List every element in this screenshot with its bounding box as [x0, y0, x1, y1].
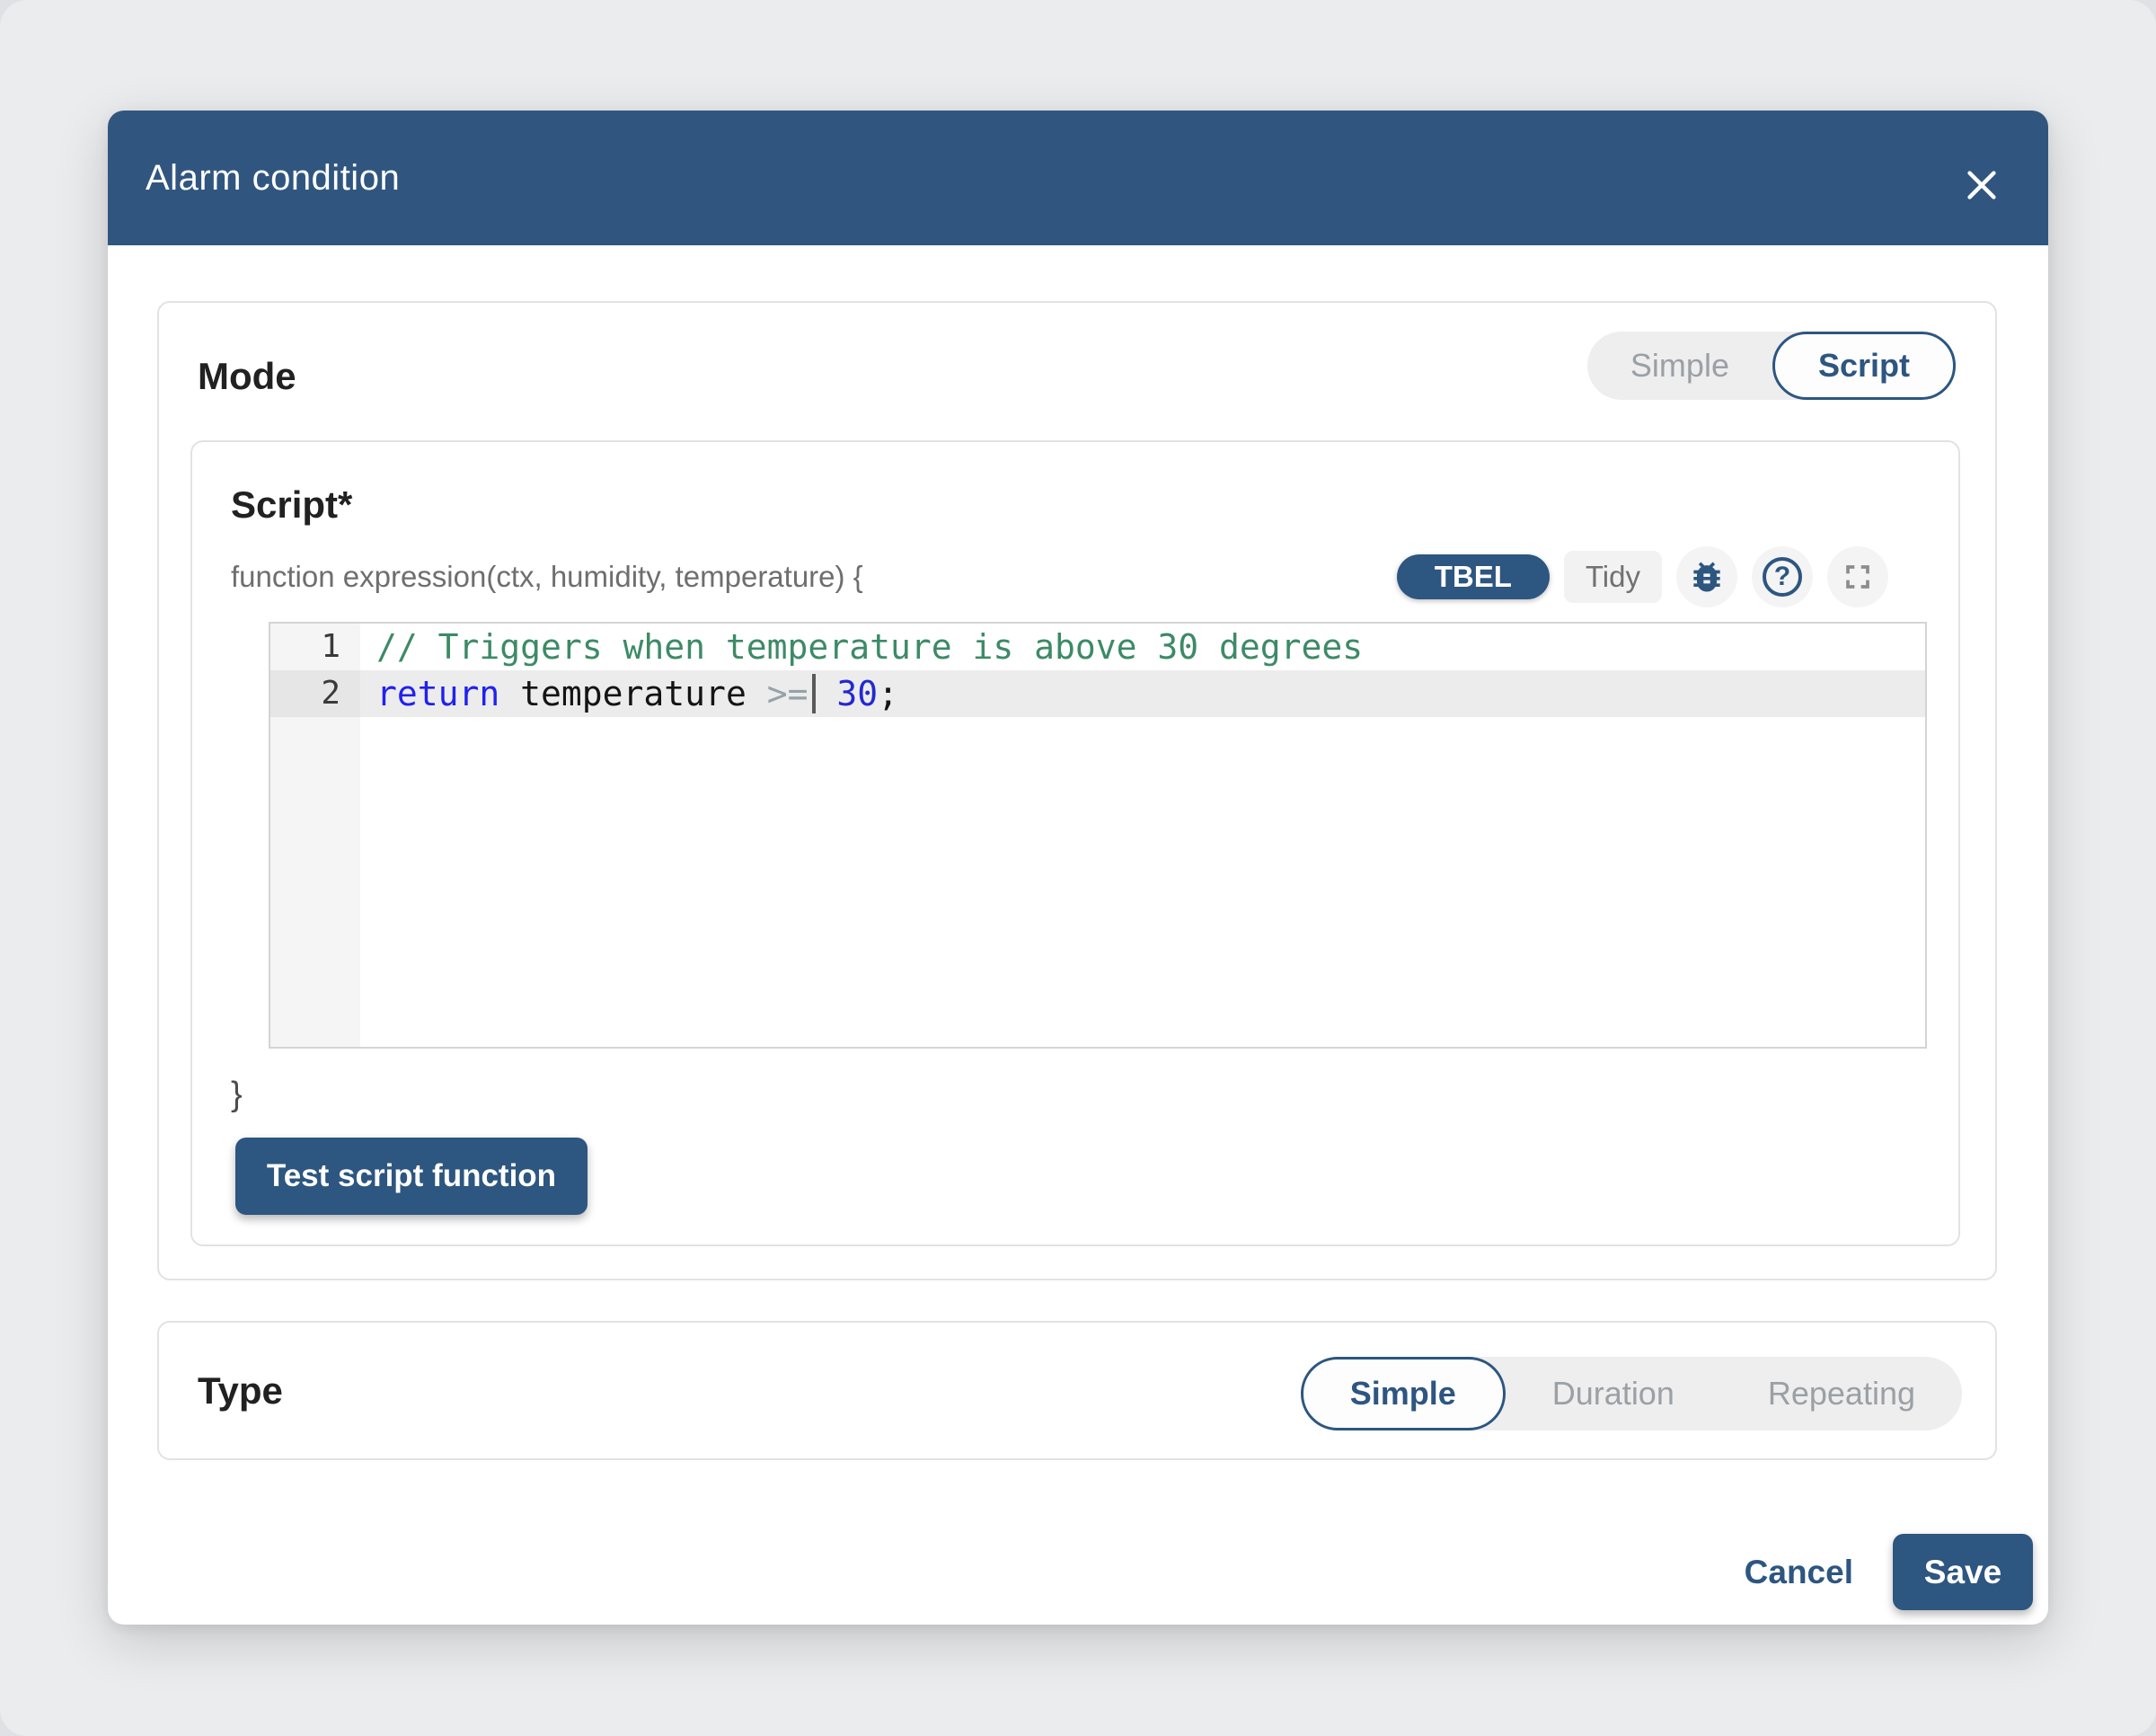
fullscreen-button[interactable]: [1827, 546, 1888, 607]
close-icon: [1961, 164, 2002, 206]
type-label: Type: [198, 1323, 283, 1458]
script-signature-row: function expression(ctx, humidity, tempe…: [231, 532, 1888, 622]
type-option-repeating[interactable]: Repeating: [1721, 1357, 1962, 1430]
dialog-title: Alarm condition: [146, 158, 400, 199]
code-line-1: 1 // Triggers when temperature is above …: [270, 624, 1925, 670]
line-number: 1: [270, 624, 360, 670]
debug-button[interactable]: [1676, 546, 1737, 607]
help-icon: ?: [1763, 557, 1802, 597]
type-option-simple[interactable]: Simple: [1301, 1357, 1506, 1430]
test-script-function-button[interactable]: Test script function: [235, 1138, 588, 1215]
language-tbel-button[interactable]: TBEL: [1397, 554, 1550, 599]
save-button[interactable]: Save: [1893, 1534, 2033, 1610]
mode-section: Mode Simple Script Script* function expr…: [157, 301, 1997, 1280]
bug-report-icon: [1687, 557, 1727, 597]
type-section: Type Simple Duration Repeating: [157, 1321, 1997, 1460]
alarm-condition-dialog: Alarm condition Mode Simple Script Scrip…: [108, 111, 2048, 1625]
fullscreen-icon: [1838, 557, 1878, 597]
type-toggle-group: Simple Duration Repeating: [1301, 1357, 1962, 1430]
mode-label: Mode: [198, 355, 296, 398]
help-button[interactable]: ?: [1752, 546, 1813, 607]
script-toolbar: TBEL Tidy ?: [1397, 546, 1888, 607]
mode-option-simple[interactable]: Simple: [1587, 332, 1772, 400]
function-closing-brace: }: [231, 1076, 243, 1114]
dialog-header: Alarm condition: [108, 111, 2048, 245]
script-label: Script*: [231, 483, 352, 527]
code-line-2: 2 return temperature >= 30;: [270, 670, 1925, 717]
dialog-footer: Cancel Save: [108, 1534, 2033, 1610]
code-content: return temperature >= 30;: [360, 670, 898, 717]
mode-toggle-group: Simple Script: [1587, 332, 1956, 400]
page-background: Alarm condition Mode Simple Script Scrip…: [0, 0, 2156, 1736]
line-number: 2: [270, 670, 360, 717]
type-option-duration[interactable]: Duration: [1506, 1357, 1721, 1430]
script-section: Script* function expression(ctx, humidit…: [190, 440, 1960, 1246]
code-content: // Triggers when temperature is above 30…: [360, 624, 1363, 670]
mode-option-script[interactable]: Script: [1772, 332, 1956, 400]
cancel-button[interactable]: Cancel: [1745, 1554, 1853, 1591]
tidy-button[interactable]: Tidy: [1564, 551, 1662, 603]
script-code-editor[interactable]: 1 // Triggers when temperature is above …: [269, 622, 1927, 1049]
function-signature: function expression(ctx, humidity, tempe…: [231, 560, 863, 594]
close-button[interactable]: [1955, 158, 2009, 212]
